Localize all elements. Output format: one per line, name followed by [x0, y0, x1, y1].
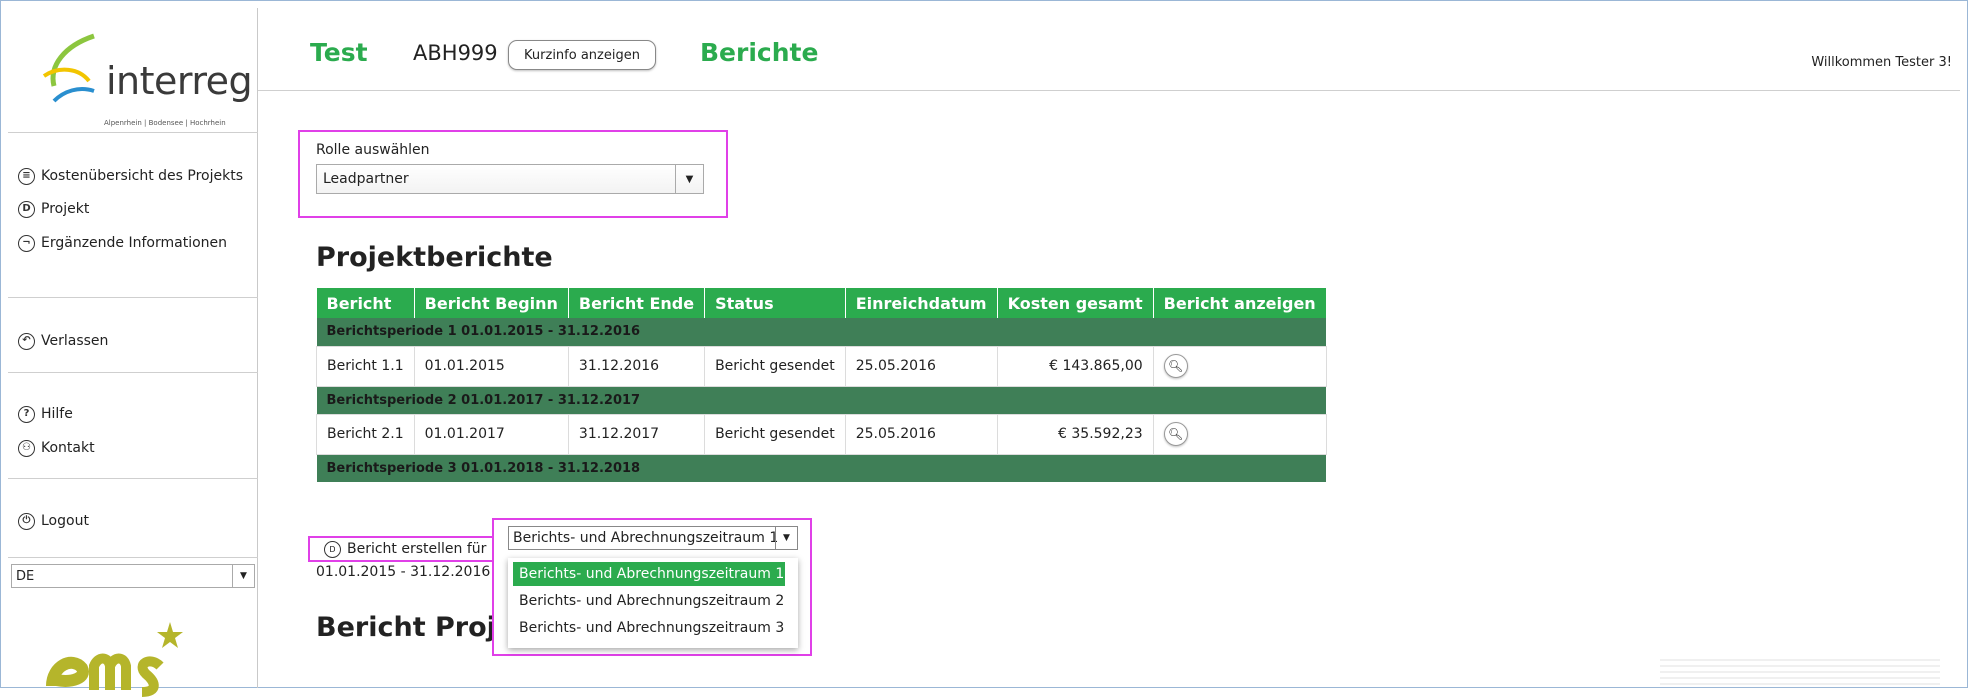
info-icon: ¬: [18, 234, 35, 252]
table-row: Bericht 2.1 01.01.2017 31.12.2017 Berich…: [316, 413, 1327, 455]
interreg-logo[interactable]: interreg Alpenrhein | Bodensee | Hochrhe…: [24, 26, 254, 127]
period-label: Berichtsperiode 3 01.01.2018 - 31.12.201…: [316, 454, 1327, 482]
page-title: Berichte: [700, 38, 819, 67]
search-icon[interactable]: 🔍︎: [1163, 354, 1188, 378]
divider: [8, 132, 258, 133]
ems-logo: [46, 622, 183, 697]
create-report-label: Bericht erstellen für: [347, 541, 487, 557]
question-icon: ?: [18, 405, 35, 423]
welcome-text: Willkommen Tester 3!: [1811, 55, 1952, 70]
cell-bericht: Bericht 1.1: [316, 345, 415, 387]
column-header: Kosten gesamt: [997, 288, 1154, 318]
cell-anzeigen: 🔍︎: [1152, 345, 1327, 387]
sidebar-item-hilfe[interactable]: ? Hilfe: [18, 403, 73, 425]
language-select[interactable]: DE ▼: [11, 564, 255, 588]
dropdown-option[interactable]: Berichts- und Abrechnungszeitraum 3: [513, 616, 785, 640]
cell-beginn: 01.01.2015: [413, 345, 569, 387]
period-row: Berichtsperiode 2 01.01.2017 - 31.12.201…: [316, 386, 1327, 414]
period-row: Berichtsperiode 3 01.01.2018 - 31.12.201…: [316, 454, 1327, 482]
person-icon: ⚇: [18, 439, 35, 457]
document-icon: D: [18, 200, 35, 218]
cell-anzeigen: 🔍︎: [1152, 413, 1327, 455]
cell-status: Bericht gesendet: [704, 345, 846, 387]
chevron-down-icon: ▼: [232, 565, 254, 587]
search-icon[interactable]: 🔍︎: [1163, 422, 1188, 446]
power-icon: ⏻: [18, 512, 35, 530]
sidebar-item-projekt[interactable]: D Projekt: [18, 198, 89, 220]
dropdown-option[interactable]: Berichts- und Abrechnungszeitraum 1: [513, 562, 785, 586]
cell-einreichdatum: 25.05.2016: [844, 413, 998, 455]
sidebar-item-ergaenzende-informationen[interactable]: ¬ Ergänzende Informationen: [18, 232, 227, 254]
language-value: DE: [16, 568, 35, 584]
bericht-projekt-title: Bericht Projekt: [316, 612, 492, 643]
cell-kosten: € 143.865,00: [996, 345, 1154, 387]
divider: [8, 372, 258, 373]
cell-bericht: Bericht 2.1: [316, 413, 415, 455]
role-label: Rolle auswählen: [316, 142, 430, 158]
column-header: Einreichdatum: [845, 288, 998, 318]
dropdown-option[interactable]: Berichts- und Abrechnungszeitraum 2: [513, 589, 785, 613]
period-label: Berichtsperiode 1 01.01.2015 - 31.12.201…: [316, 318, 1327, 346]
project-code: ABH999: [413, 41, 498, 65]
reports-title: Projektberichte: [316, 242, 553, 273]
sidebar-item-label: Verlassen: [41, 333, 109, 349]
kurzinfo-button[interactable]: Kurzinfo anzeigen: [508, 40, 656, 70]
period-dropdown-section: Berichts- und Abrechnungszeitraum 1 ▼ Be…: [492, 518, 812, 656]
period-select[interactable]: Berichts- und Abrechnungszeitraum 1 ▼: [508, 526, 798, 550]
project-title: Test: [310, 38, 368, 67]
sidebar-item-verlassen[interactable]: ↶ Verlassen: [18, 330, 108, 352]
column-header: Bericht anzeigen: [1153, 288, 1327, 318]
cell-ende: 31.12.2017: [567, 413, 706, 455]
list-icon: ≡: [18, 167, 35, 185]
interreg-logo-mark: [42, 33, 95, 103]
decorative-lines: [1660, 659, 1940, 685]
cell-status: Bericht gesendet: [704, 413, 846, 455]
back-arrow-icon: ↶: [18, 332, 35, 350]
column-header: Bericht Ende: [568, 288, 706, 318]
reports-table: Bericht Bericht Beginn Bericht Ende Stat…: [316, 288, 1327, 482]
column-header: Bericht: [316, 288, 415, 318]
header: Test ABH999 Kurzinfo anzeigen Berichte W…: [258, 8, 1960, 90]
cell-kosten: € 35.592,23: [996, 413, 1154, 455]
divider: [8, 478, 258, 479]
divider: [8, 557, 258, 558]
table-header-row: Bericht Bericht Beginn Bericht Ende Stat…: [316, 288, 1327, 318]
sidebar-item-logout[interactable]: ⏻ Logout: [18, 510, 89, 532]
table-row: Bericht 1.1 01.01.2015 31.12.2016 Berich…: [316, 345, 1327, 387]
sidebar-item-kontakt[interactable]: ⚇ Kontakt: [18, 437, 95, 459]
role-section: Rolle auswählen Leadpartner ▼: [298, 130, 728, 218]
cell-beginn: 01.01.2017: [413, 413, 569, 455]
column-header: Bericht Beginn: [414, 288, 569, 318]
create-report-range: 01.01.2015 - 31.12.2016: [316, 564, 491, 580]
role-value: Leadpartner: [323, 171, 409, 187]
document-icon: D: [324, 540, 341, 558]
logo-subtitle: Alpenrhein | Bodensee | Hochrhein: [104, 119, 226, 127]
cell-ende: 31.12.2016: [567, 345, 706, 387]
period-dropdown-list: Berichts- und Abrechnungszeitraum 1 Beri…: [508, 558, 798, 648]
logo-text: interreg: [106, 59, 253, 103]
sidebar-item-label: Logout: [41, 513, 89, 529]
period-row: Berichtsperiode 1 01.01.2015 - 31.12.201…: [316, 318, 1327, 346]
role-select[interactable]: Leadpartner ▼: [316, 164, 704, 194]
sidebar-item-label: Hilfe: [41, 406, 73, 422]
column-header: Status: [704, 288, 846, 318]
sidebar-item-kostenuebersicht[interactable]: ≡ Kostenübersicht des Projekts: [18, 165, 243, 187]
divider: [8, 297, 258, 298]
period-label: Berichtsperiode 2 01.01.2017 - 31.12.201…: [316, 386, 1327, 414]
cell-einreichdatum: 25.05.2016: [844, 345, 998, 387]
sidebar-item-label: Ergänzende Informationen: [41, 235, 228, 251]
sidebar-item-label: Kostenübersicht des Projekts: [41, 168, 243, 184]
divider: [258, 90, 1960, 91]
sidebar-item-label: Kontakt: [41, 440, 95, 456]
sidebar-item-label: Projekt: [41, 201, 90, 217]
period-select-value: Berichts- und Abrechnungszeitraum 1: [513, 530, 779, 546]
chevron-down-icon: ▼: [675, 165, 703, 193]
chevron-down-icon: ▼: [775, 527, 797, 549]
create-report-button[interactable]: D Bericht erstellen für: [308, 536, 494, 562]
sidebar: interreg Alpenrhein | Bodensee | Hochrhe…: [8, 8, 258, 697]
